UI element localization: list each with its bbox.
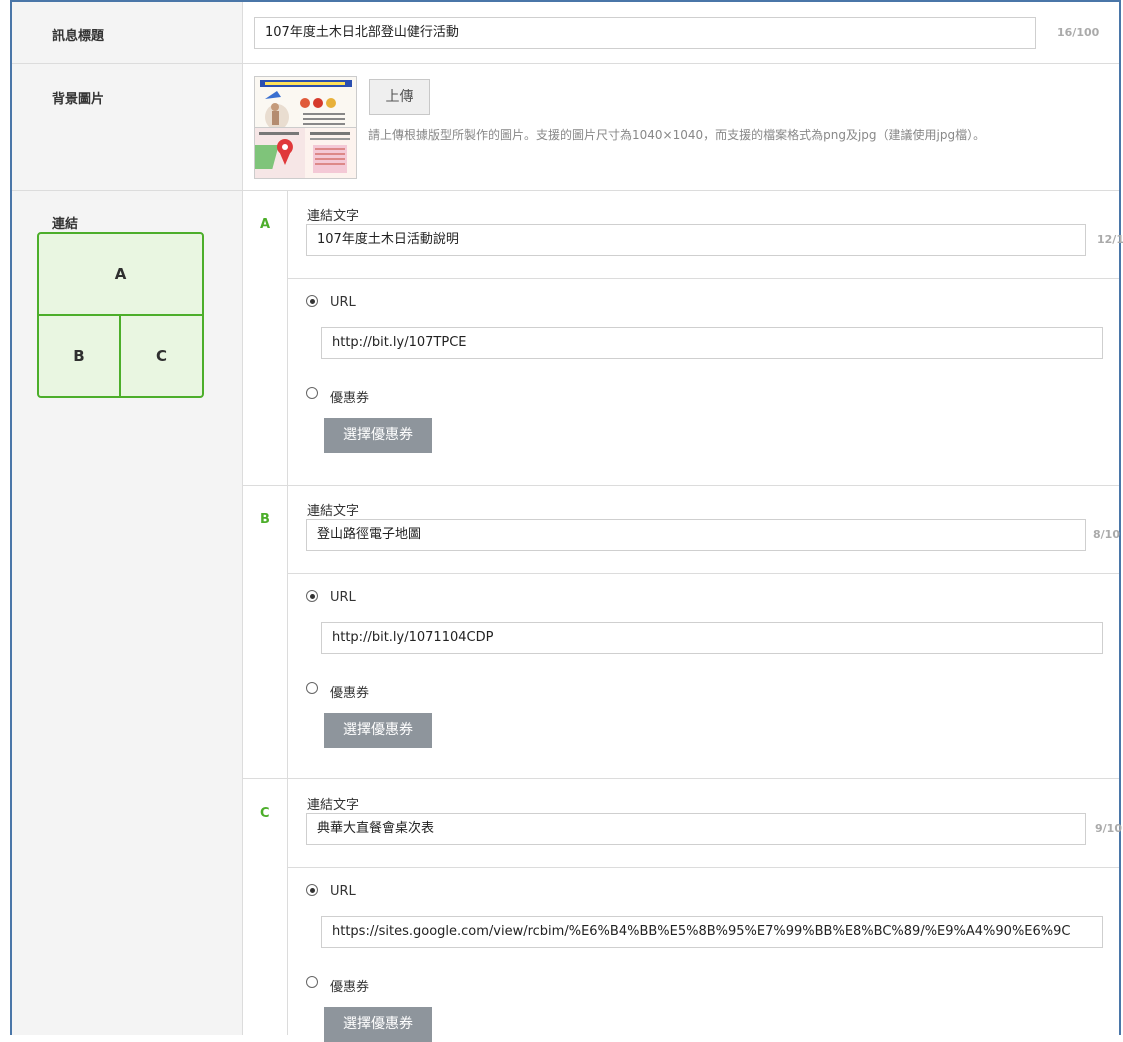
layout-cell-c: C [155,347,167,365]
subrow-divider [243,485,1119,486]
link-a-counter: 12/1 [1097,233,1123,246]
link-b-select-coupon-button[interactable]: 選擇優惠券 [324,713,432,748]
link-a-letter: A [260,217,271,232]
layout-cell-b: B [39,316,121,396]
link-c-coupon-radio[interactable] [306,976,318,988]
link-a-coupon-label[interactable]: 優惠券 [330,387,369,406]
link-b-coupon-label[interactable]: 優惠券 [330,682,369,701]
row-divider [12,190,1119,191]
link-a-select-coupon-button[interactable]: 選擇優惠券 [324,418,432,453]
upload-button[interactable]: 上傳 [369,79,430,115]
column-divider [242,2,243,1035]
link-a-text-label: 連結文字 [307,209,360,224]
link-c-text-label: 連結文字 [307,798,360,813]
link-b-coupon-radio[interactable] [306,682,318,694]
link-c-letter: C [260,806,270,821]
link-b-url-input[interactable]: http://bit.ly/1071104CDP [321,622,1103,654]
link-c-select-coupon-button[interactable]: 選擇優惠券 [324,1007,432,1042]
link-a-url-radio[interactable] [306,295,318,307]
link-label: 連結 [52,217,79,232]
link-c-coupon-label[interactable]: 優惠券 [330,976,369,995]
link-b-url-radio[interactable] [306,590,318,602]
row-divider [12,63,1119,64]
link-c-url-radio[interactable] [306,884,318,896]
link-letter-divider [287,190,288,1035]
title-counter: 16/100 [1057,26,1100,39]
subrow-divider [288,278,1119,279]
link-c-url-label[interactable]: URL [330,884,356,899]
link-b-url-label[interactable]: URL [330,590,356,605]
subrow-divider [288,573,1119,574]
link-a-coupon-radio[interactable] [306,387,318,399]
link-b-text-input[interactable]: 登山路徑電子地圖 [306,519,1086,551]
background-image-thumbnail[interactable] [254,76,357,179]
title-label: 訊息標題 [52,29,105,44]
link-a-url-label[interactable]: URL [330,295,356,310]
subrow-divider [288,867,1119,868]
link-a-url-input[interactable]: http://bit.ly/107TPCE [321,327,1103,359]
background-image-label: 背景圖片 [52,92,105,107]
link-b-letter: B [260,512,270,527]
layout-cell-a: A [39,234,202,316]
link-layout-preview: A B C [37,232,204,398]
label-column [12,2,242,1035]
thumbnail-image [255,77,356,178]
link-c-url-input[interactable]: https://sites.google.com/view/rcbim/%E6%… [321,916,1103,948]
link-a-text-input[interactable]: 107年度土木日活動說明 [306,224,1086,256]
link-b-text-label: 連結文字 [307,504,360,519]
upload-hint: 請上傳根據版型所製作的圖片。支援的圖片尺寸為1040×1040，而支援的檔案格式… [368,128,986,142]
title-input[interactable]: 107年度土木日北部登山健行活動 [254,17,1036,49]
subrow-divider [243,778,1119,779]
link-b-counter: 8/10 [1093,528,1120,541]
link-c-counter: 9/10 [1095,822,1122,835]
link-c-text-input[interactable]: 典華大直餐會桌次表 [306,813,1086,845]
